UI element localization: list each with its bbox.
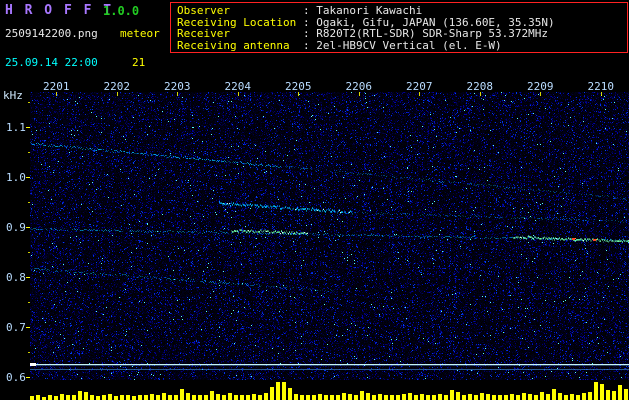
app-title: H R O F F T: [5, 3, 114, 18]
y-axis-unit: kHz: [3, 89, 23, 102]
echo-count: 21: [132, 56, 146, 69]
app-version: 1.0.0: [103, 4, 140, 18]
info-label: Observer: [177, 4, 230, 17]
y-tick-label: 0.7: [6, 321, 26, 334]
spectrogram-canvas: [30, 92, 629, 380]
activity-bars-canvas: [30, 381, 629, 400]
info-row: Receiving antenna: 2el-HB9CV Vertical (e…: [177, 38, 627, 52]
output-filename: 2509142200.png: [5, 27, 98, 40]
y-axis: kHz 1.1 1.0 0.9 0.8 0.7 0.6: [0, 78, 30, 400]
y-tick-label: 1.0: [6, 171, 26, 184]
station-info-panel: Observer: Takanori Kawachi Receiving Loca…: [170, 2, 628, 53]
y-tick-label: 0.6: [6, 371, 26, 384]
y-tick-label: 1.1: [6, 121, 26, 134]
y-tick-label: 0.8: [6, 271, 26, 284]
info-label: Receiver: [177, 27, 230, 40]
info-colon: :: [303, 38, 317, 52]
y-tick-label: 0.9: [6, 221, 26, 234]
x-axis-labels: 2201 2202 2203 2204 2205 2206 2207 2208 2209 2210: [0, 80, 629, 93]
timestamp: 25.09.14 22:00: [5, 56, 98, 69]
mode-label: meteor: [120, 27, 160, 40]
info-value: 2el-HB9CV Vertical (el. E-W): [316, 38, 502, 52]
hrofft-window: H R O F F T 1.0.0 2509142200.png meteor …: [0, 0, 629, 400]
info-label: Receiving antenna: [177, 38, 290, 52]
